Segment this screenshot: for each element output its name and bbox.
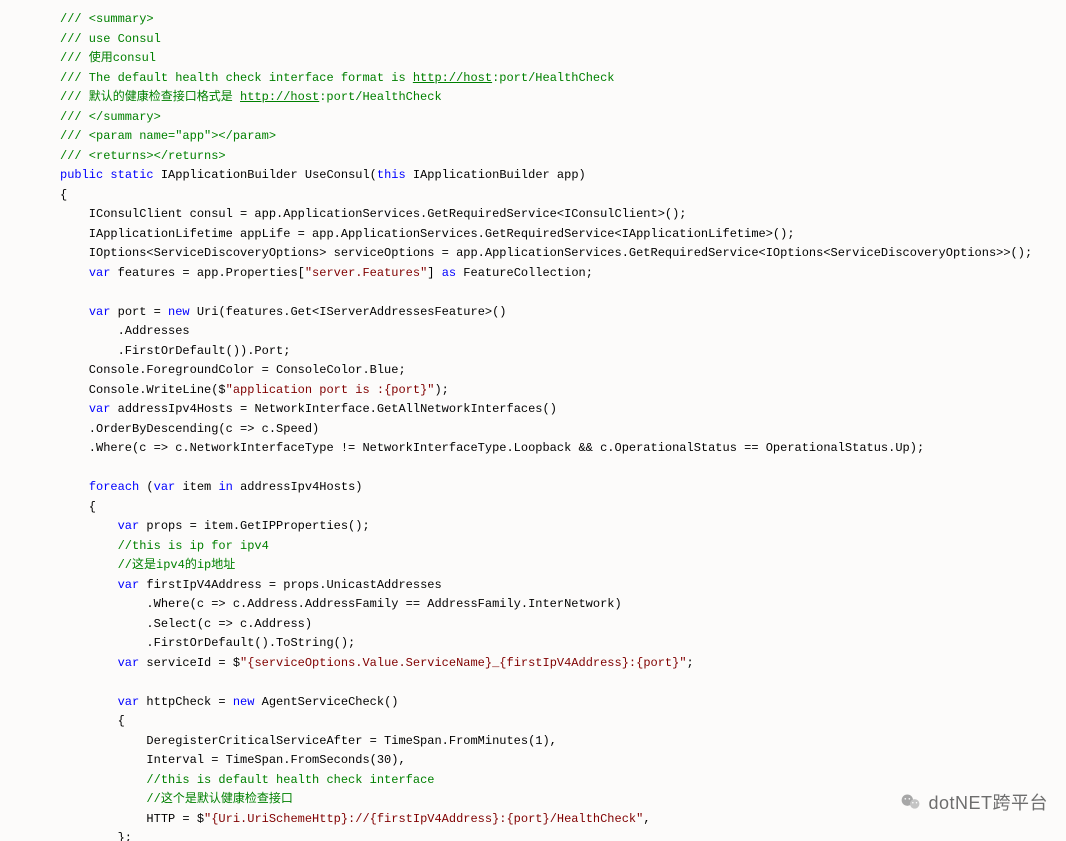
code-token: ); <box>434 383 448 397</box>
code-token <box>60 558 118 572</box>
code-token: .FirstOrDefault()).Port; <box>60 344 290 358</box>
code-token: .OrderByDescending(c => c.Speed) <box>60 422 319 436</box>
code-token: serviceId = $ <box>139 656 240 670</box>
code-token <box>60 656 118 670</box>
code-token: var <box>154 480 176 494</box>
code-token: /// 默认的健康检查接口格式是 <box>60 90 240 104</box>
code-token <box>60 773 146 787</box>
code-token: }; <box>60 831 132 841</box>
code-token: IApplicationBuilder UseConsul( <box>154 168 377 182</box>
code-token: /// <param name="app"></param> <box>60 129 276 143</box>
code-block: /// <summary> /// use Consul /// 使用consu… <box>0 0 1066 841</box>
code-token: this <box>377 168 406 182</box>
code-token: //this is ip for ipv4 <box>118 539 269 553</box>
code-token: var <box>89 266 111 280</box>
code-token <box>60 305 89 319</box>
code-token: { <box>60 188 67 202</box>
code-token: /// <summary> <box>60 12 154 26</box>
code-token: /// </summary> <box>60 110 161 124</box>
code-token: ( <box>139 480 153 494</box>
code-token: //这个是默认健康检查接口 <box>146 792 292 806</box>
code-token: IOptions<ServiceDiscoveryOptions> servic… <box>60 246 1032 260</box>
code-token: var <box>89 305 111 319</box>
code-token: in <box>218 480 232 494</box>
code-token: foreach <box>89 480 139 494</box>
code-token: FeatureCollection; <box>456 266 593 280</box>
code-token: .Where(c => c.NetworkInterfaceType != Ne… <box>60 441 924 455</box>
code-token: .Addresses <box>60 324 190 338</box>
code-token <box>60 539 118 553</box>
code-token <box>60 578 118 592</box>
code-token: { <box>60 714 125 728</box>
code-token: var <box>118 695 140 709</box>
code-token: :port/HealthCheck <box>492 71 614 85</box>
code-token: static <box>110 168 153 182</box>
code-token: var <box>118 519 140 533</box>
code-token: .Select(c => c.Address) <box>60 617 312 631</box>
code-token: /// 使用consul <box>60 51 156 65</box>
code-token: :port/HealthCheck <box>319 90 441 104</box>
code-token: addressIpv4Hosts = NetworkInterface.GetA… <box>110 402 556 416</box>
code-token: features = app.Properties[ <box>110 266 304 280</box>
code-token: //this is default health check interface <box>146 773 434 787</box>
code-token: .Where(c => c.Address.AddressFamily == A… <box>60 597 622 611</box>
code-token: IApplicationLifetime appLife = app.Appli… <box>60 227 795 241</box>
code-token: httpCheck = <box>139 695 233 709</box>
code-link[interactable]: http://host <box>240 90 319 104</box>
code-token: IConsulClient consul = app.ApplicationSe… <box>60 207 687 221</box>
code-token: , <box>643 812 650 826</box>
code-token: props = item.GetIPProperties(); <box>139 519 369 533</box>
code-token: firstIpV4Address = props.UnicastAddresse… <box>139 578 441 592</box>
code-token <box>60 695 118 709</box>
code-token: /// The default health check interface f… <box>60 71 413 85</box>
code-link[interactable]: http://host <box>413 71 492 85</box>
code-token: .FirstOrDefault().ToString(); <box>60 636 355 650</box>
code-token: Uri(features.Get<IServerAddressesFeature… <box>190 305 507 319</box>
code-token: //这是ipv4的ip地址 <box>118 558 236 572</box>
code-token: DeregisterCriticalServiceAfter = TimeSpa… <box>60 734 557 748</box>
code-token <box>60 402 89 416</box>
code-token: addressIpv4Hosts) <box>233 480 363 494</box>
code-token: "server.Features" <box>305 266 427 280</box>
code-token: Interval = TimeSpan.FromSeconds(30), <box>60 753 406 767</box>
code-token <box>60 266 89 280</box>
code-token: var <box>118 578 140 592</box>
code-token: ; <box>687 656 694 670</box>
code-token: HTTP = $ <box>60 812 204 826</box>
code-token: port = <box>110 305 168 319</box>
code-token: IApplicationBuilder app) <box>406 168 586 182</box>
code-token: as <box>442 266 456 280</box>
code-token: public <box>60 168 103 182</box>
code-token <box>60 792 146 806</box>
code-token: Console.ForegroundColor = ConsoleColor.B… <box>60 363 406 377</box>
code-token: "{Uri.UriSchemeHttp}://{firstIpV4Address… <box>204 812 643 826</box>
code-token: ] <box>427 266 441 280</box>
code-token: new <box>168 305 190 319</box>
code-token: "{serviceOptions.Value.ServiceName}_{fir… <box>240 656 686 670</box>
code-token: "application port is :{port}" <box>226 383 435 397</box>
code-token: { <box>60 500 96 514</box>
code-token: item <box>175 480 218 494</box>
code-token: Console.WriteLine($ <box>60 383 226 397</box>
code-token: new <box>233 695 255 709</box>
code-token: var <box>118 656 140 670</box>
code-token: AgentServiceCheck() <box>254 695 398 709</box>
code-token: /// use Consul <box>60 32 161 46</box>
code-token <box>60 480 89 494</box>
code-token <box>60 519 118 533</box>
code-token: var <box>89 402 111 416</box>
code-token: /// <returns></returns> <box>60 149 226 163</box>
